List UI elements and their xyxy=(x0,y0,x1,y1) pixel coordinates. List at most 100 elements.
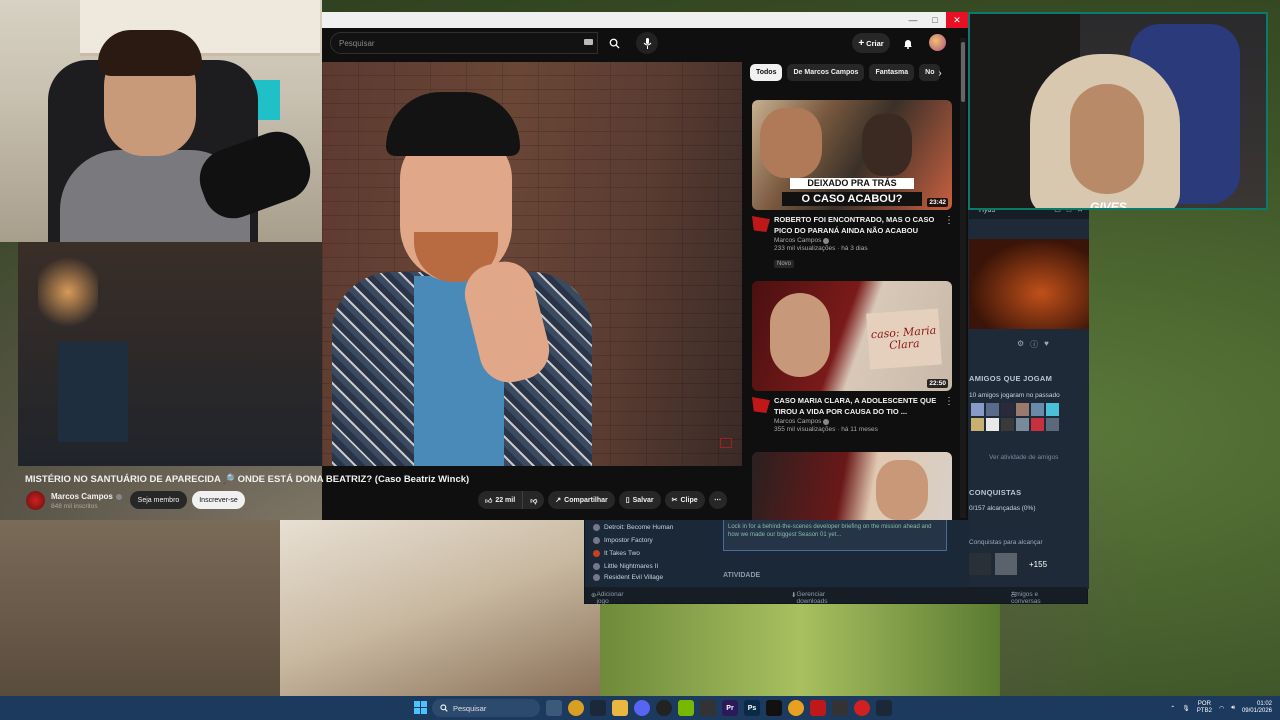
microphone-icon[interactable]: 🎙︎ xyxy=(1182,705,1190,712)
search-input[interactable]: Pesquisar xyxy=(330,32,598,54)
video-title[interactable]: ROBERTO FOI ENCONTRADO, MAS O CASO PICO … xyxy=(774,215,942,236)
join-button[interactable]: Seja membro xyxy=(130,491,187,509)
chrome-icon[interactable] xyxy=(568,700,584,716)
language-indicator[interactable]: POR PTB2 xyxy=(1197,701,1212,715)
library-item[interactable]: Detroit: Become Human xyxy=(593,521,673,534)
more-options-icon[interactable]: ⋮ xyxy=(944,396,954,407)
task-view-icon[interactable] xyxy=(546,700,562,716)
clip-button[interactable]: ✂ Clipe xyxy=(664,491,705,509)
recommendation-item[interactable]: DEIXADO PRA TRÁS O CASO ACABOU? 23:42 RO… xyxy=(752,100,956,270)
video-title[interactable]: CASO MARIA CLARA, A ADOLESCENTE QUE TIRO… xyxy=(774,396,942,417)
achievement-icon xyxy=(969,553,991,575)
chip-bar: Todos De Marcos Campos Fantasma No xyxy=(750,64,950,84)
library-item[interactable]: Little Nightmares II xyxy=(593,560,673,573)
recommendation-item[interactable] xyxy=(752,452,956,520)
video-thumbnail[interactable] xyxy=(752,452,952,520)
game-icon xyxy=(593,550,600,557)
wifi-icon[interactable]: ◠ xyxy=(1219,705,1224,712)
acrobat-icon[interactable] xyxy=(810,700,826,716)
search-icon xyxy=(609,38,620,49)
heart-icon[interactable]: ♥ xyxy=(1044,339,1049,350)
dislike-button[interactable]: 👎︎ xyxy=(523,491,545,509)
channel-name[interactable]: Marcos Campos xyxy=(774,418,821,425)
minimize-icon[interactable]: — xyxy=(902,12,924,28)
nvidia-icon[interactable] xyxy=(678,700,694,716)
webcam-right: GIVES xyxy=(968,12,1268,210)
downloads-button[interactable]: ⬇ Gerenciar downloads xyxy=(791,591,828,605)
library-item[interactable]: It Takes Two xyxy=(593,547,673,560)
app-icon[interactable] xyxy=(788,700,804,716)
more-actions-button[interactable]: ⋯ xyxy=(708,491,727,509)
video-scene-left xyxy=(18,242,322,466)
add-game-button[interactable]: ⊕ Adicionar jogo xyxy=(591,591,624,605)
video-thumbnail[interactable]: caso: Maria Clara 22:50 xyxy=(752,281,952,391)
like-button[interactable]: 👍︎ 22 mil xyxy=(478,491,524,509)
scrollbar[interactable] xyxy=(960,38,966,518)
premiere-icon[interactable]: Pr xyxy=(722,700,738,716)
video-player[interactable] xyxy=(322,62,742,466)
chevron-up-icon[interactable]: ⌃ xyxy=(1170,705,1175,712)
steam-bottom-bar: ⊕ Adicionar jogo ⬇ Gerenciar downloads A… xyxy=(585,587,1087,605)
browser-window[interactable]: — □ ✕ Pesquisar + Criar Todos De Marcos C… xyxy=(322,12,968,520)
chip-all[interactable]: Todos xyxy=(750,64,783,81)
gear-icon[interactable]: ⚙ xyxy=(1017,339,1024,350)
volume-icon[interactable]: 🔊︎ xyxy=(1231,705,1235,712)
obs-icon[interactable] xyxy=(656,700,672,716)
clock[interactable]: 01:02 09/01/2026 xyxy=(1242,701,1272,716)
friends-activity-link[interactable]: Ver atividade de amigos xyxy=(989,454,1058,461)
game-icon xyxy=(593,573,600,581)
taskbar-search[interactable]: Pesquisar xyxy=(432,699,540,717)
account-avatar[interactable] xyxy=(929,34,946,51)
maximize-icon[interactable]: □ xyxy=(924,12,946,28)
channel-logo-icon[interactable] xyxy=(752,397,770,413)
share-icon: ↗ xyxy=(555,497,562,504)
close-icon[interactable]: ✕ xyxy=(946,12,968,28)
achievements-more: +155 xyxy=(1029,559,1048,569)
channel-name[interactable]: Marcos Campos xyxy=(774,237,821,244)
chevron-right-icon[interactable]: › xyxy=(932,65,948,81)
save-button[interactable]: ▯ Salvar xyxy=(618,491,661,509)
channel-logo-icon[interactable] xyxy=(752,216,770,232)
windows-start-icon[interactable] xyxy=(414,701,427,714)
info-icon[interactable]: ⓘ xyxy=(1030,339,1038,350)
more-options-icon[interactable]: ⋮ xyxy=(944,215,954,226)
steam-game-art xyxy=(969,239,1089,329)
folder-icon[interactable] xyxy=(612,700,628,716)
notifications-button[interactable] xyxy=(900,34,916,52)
share-button[interactable]: ↗ Compartilhar xyxy=(548,491,615,509)
steam-right-panel: ⚙ ⓘ ♥ AMIGOS QUE JOGAM 10 amigos jogaram… xyxy=(969,219,1089,589)
channel-name[interactable]: Marcos Campos xyxy=(51,492,113,501)
discord-icon[interactable] xyxy=(634,700,650,716)
record-icon[interactable] xyxy=(854,700,870,716)
create-button[interactable]: + Criar xyxy=(852,33,890,53)
recommendation-item[interactable]: caso: Maria Clara 22:50 CASO MARIA CLARA… xyxy=(752,281,956,433)
channel-avatar[interactable] xyxy=(26,491,45,510)
chip-from-channel[interactable]: De Marcos Campos xyxy=(787,64,865,81)
video-actions: 👍︎ 22 mil 👎︎ ↗ Compartilhar ▯ Salvar ✂ Clipe… xyxy=(478,491,727,509)
steam-icon[interactable] xyxy=(876,700,892,716)
library-item[interactable]: Resident Evil Village xyxy=(593,573,673,581)
steam-activity-title: ATIVIDADE xyxy=(723,572,761,579)
scissors-icon: ✂ xyxy=(671,497,678,504)
subscribe-button[interactable]: Inscrever-se xyxy=(192,491,245,509)
search-icon xyxy=(440,704,448,712)
keyboard-icon[interactable] xyxy=(584,39,593,45)
capcut-icon[interactable] xyxy=(766,700,782,716)
video-thumbnail[interactable]: DEIXADO PRA TRÁS O CASO ACABOU? 23:42 xyxy=(752,100,952,210)
webcam-brand: GIVES xyxy=(1090,200,1127,210)
channel-row: Marcos Campos 848 mil inscritos Seja mem… xyxy=(26,490,746,512)
app-icon[interactable] xyxy=(832,700,848,716)
thumbnail-caption: DEIXADO PRA TRÁS xyxy=(790,178,914,190)
video-meta: 355 mil visualizações · há 11 meses xyxy=(774,426,878,433)
chip-ghost[interactable]: Fantasma xyxy=(869,64,915,81)
search-button[interactable] xyxy=(602,32,626,54)
friends-chat-button[interactable]: Amigos e conversas ☷ xyxy=(1011,591,1041,605)
app-icon[interactable] xyxy=(700,700,716,716)
background-video-left xyxy=(0,520,280,696)
steam-news-card[interactable]: Lock in for a behind-the-scenes develope… xyxy=(723,519,947,551)
voice-search-button[interactable] xyxy=(636,32,658,54)
steam-icon[interactable] xyxy=(590,700,606,716)
taskbar: Pesquisar Pr Ps ⌃ 🎙︎ POR PTB2 ◠ 🔊︎ 01:02 0… xyxy=(0,696,1280,720)
library-item[interactable]: Impostor Factory xyxy=(593,534,673,547)
photoshop-icon[interactable]: Ps xyxy=(744,700,760,716)
